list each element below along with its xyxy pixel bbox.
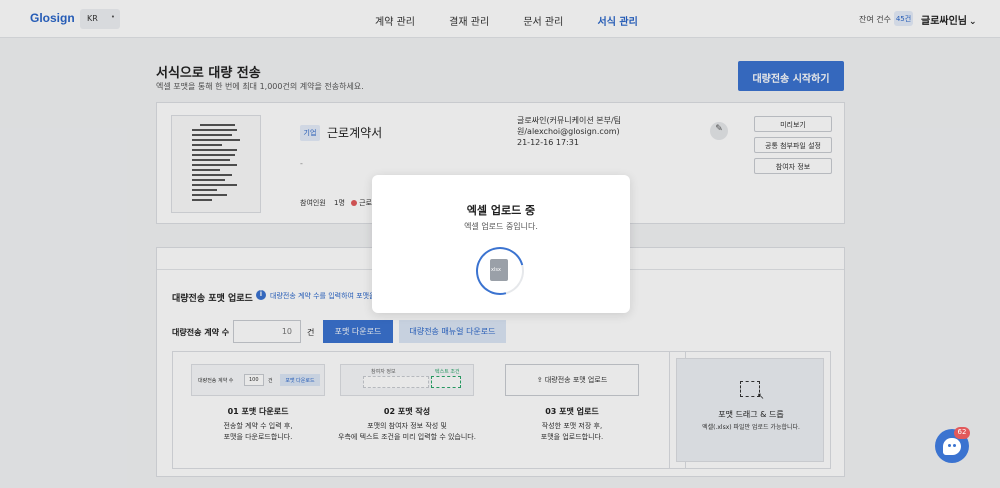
upload-progress-modal: 엑셀 업로드 중 엑셀 업로드 중입니다. xlsx [372,175,630,313]
chat-unread-badge: 62 [954,427,970,439]
chat-bot-icon [943,438,961,455]
modal-desc: 엑셀 업로드 중입니다. [464,222,538,231]
modal-title: 엑셀 업로드 중 [466,204,536,217]
xlsx-file-icon: xlsx [490,259,508,281]
